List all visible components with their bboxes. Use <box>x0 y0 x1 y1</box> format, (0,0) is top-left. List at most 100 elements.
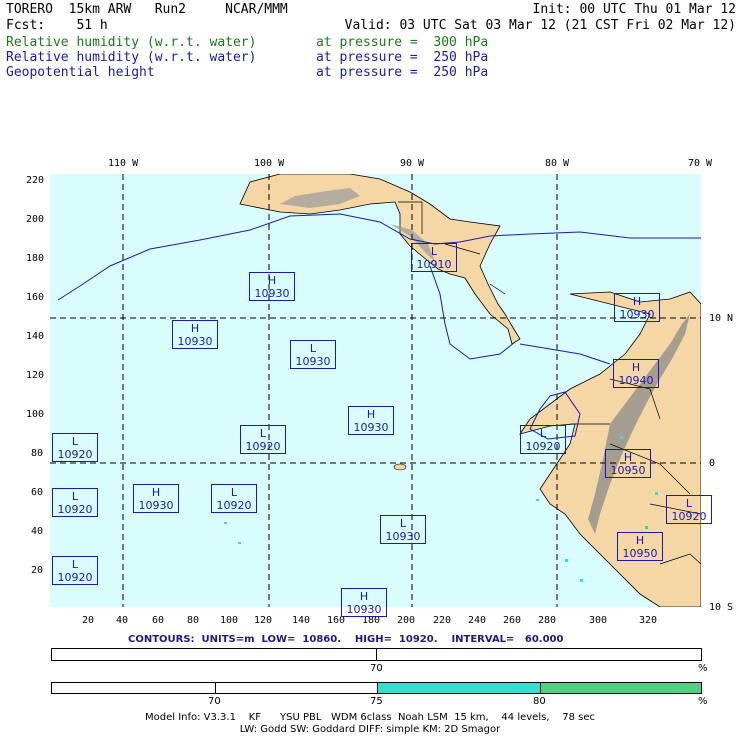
pressure-center-high: H 10930 <box>341 588 387 617</box>
lat-label-0: 0 <box>709 458 716 469</box>
pressure-center-high: H 10950 <box>617 532 663 561</box>
model-info-line2: LW: Godd SW: Goddard DIFF: simple KM: 2D… <box>239 724 501 735</box>
legend-tick <box>540 683 541 693</box>
x-tick-260: 260 <box>503 615 522 626</box>
pressure-center-type: L <box>430 245 438 258</box>
field-2-pressure: at pressure = 250 hPa <box>316 50 489 65</box>
pressure-center-value: 10920 <box>216 499 252 512</box>
y-tick-220: 220 <box>26 175 45 186</box>
x-tick-320: 320 <box>639 615 658 626</box>
x-tick-100: 100 <box>220 615 239 626</box>
pressure-center-value: 10920 <box>245 440 281 453</box>
field-3-pressure: at pressure = 250 hPa <box>316 65 489 80</box>
y-tick-100: 100 <box>26 409 45 420</box>
humidity-speck <box>655 492 658 495</box>
pressure-center-high: H 10930 <box>172 320 218 349</box>
lon-label-90w: 90 W <box>400 158 425 169</box>
init-time: Init: 00 UTC Thu 01 Mar 12 <box>532 2 737 17</box>
lon-label-80w: 80 W <box>545 158 570 169</box>
pressure-center-high: H 10930 <box>133 484 179 513</box>
pressure-center-low: L 10920 <box>666 495 712 524</box>
field-3-name: Geopotential height <box>6 65 155 80</box>
x-tick-280: 280 <box>538 615 557 626</box>
pressure-center-type: H <box>366 408 376 421</box>
pressure-center-value: 10920 <box>57 448 93 461</box>
humidity-speck <box>565 559 568 562</box>
contours-info: CONTOURS: UNITS=m LOW= 10860. HIGH= 1092… <box>128 634 564 645</box>
galapagos-islands <box>393 463 407 471</box>
x-tick-20: 20 <box>82 615 95 626</box>
pressure-center-value: 10920 <box>57 571 93 584</box>
legend2-label-70: 70 <box>208 696 221 707</box>
x-tick-220: 220 <box>433 615 452 626</box>
model-info-line1: Model Info: V3.3.1 KF YSU PBL WDM 6class… <box>145 712 595 723</box>
pressure-center-type: H <box>190 322 200 335</box>
pressure-center-high: H 10930 <box>614 293 660 322</box>
pressure-center-value: 10930 <box>295 355 331 368</box>
pressure-center-type: L <box>71 558 79 571</box>
legend2-label-percent: % <box>698 696 708 707</box>
pressure-center-high: H 10930 <box>348 406 394 435</box>
field-2-name: Relative humidity (w.r.t. water) <box>6 50 257 65</box>
pressure-center-value: 10950 <box>610 464 646 477</box>
legend2-label-75: 75 <box>370 696 383 707</box>
pressure-center-low: L 10920 <box>211 484 257 513</box>
pressure-center-low: L 10920 <box>52 556 98 585</box>
pressure-center-low: L 10920 <box>52 433 98 462</box>
pressure-center-low: L 10920 <box>520 425 566 454</box>
lat-label-10n: 10 N <box>709 313 734 324</box>
y-tick-200: 200 <box>26 214 45 225</box>
x-tick-40: 40 <box>116 615 129 626</box>
humidity-speck <box>238 542 241 544</box>
pressure-center-type: L <box>230 486 238 499</box>
pressure-center-low: L 10930 <box>380 515 426 544</box>
pressure-center-value: 10930 <box>254 287 290 300</box>
model-title: TORERO 15km ARW Run2 NCAR/MMM <box>6 2 288 17</box>
pressure-center-type: L <box>685 497 693 510</box>
pressure-center-low: L 10930 <box>290 340 336 369</box>
humidity-speck <box>224 522 227 524</box>
legend2-segment-75-80 <box>377 683 540 693</box>
pressure-center-value: 10920 <box>57 503 93 516</box>
x-tick-240: 240 <box>468 615 487 626</box>
pressure-center-type: H <box>267 274 277 287</box>
lon-label-110w: 110 W <box>108 158 139 169</box>
y-tick-80: 80 <box>31 448 44 459</box>
valid-time: Valid: 03 UTC Sat 03 Mar 12 (21 CST Fri … <box>344 18 736 33</box>
y-tick-60: 60 <box>31 487 44 498</box>
pressure-center-type: H <box>632 295 642 308</box>
pressure-center-value: 10920 <box>525 440 561 453</box>
pressure-center-type: L <box>71 435 79 448</box>
pressure-center-type: L <box>71 490 79 503</box>
legend-tick <box>215 683 216 693</box>
legend1-label-70: 70 <box>370 663 383 674</box>
y-tick-140: 140 <box>26 331 45 342</box>
legend1-label-percent: % <box>698 663 708 674</box>
pressure-center-type: H <box>359 590 369 603</box>
pressure-center-high: H 10930 <box>249 272 295 301</box>
x-tick-120: 120 <box>254 615 273 626</box>
pressure-center-value: 10950 <box>622 547 658 560</box>
y-tick-20: 20 <box>31 565 44 576</box>
humidity-speck <box>536 499 539 501</box>
humidity-speck <box>580 579 583 582</box>
y-tick-180: 180 <box>26 253 45 264</box>
pressure-center-value: 10930 <box>619 308 655 321</box>
x-tick-300: 300 <box>589 615 608 626</box>
lon-label-100w: 100 W <box>254 158 285 169</box>
pressure-center-type: H <box>151 486 161 499</box>
pressure-center-type: H <box>623 451 633 464</box>
x-tick-140: 140 <box>292 615 311 626</box>
x-tick-80: 80 <box>187 615 200 626</box>
legend-tick <box>376 648 377 661</box>
pressure-center-type: L <box>399 517 407 530</box>
humidity-speck <box>620 436 623 439</box>
pressure-center-value: 10930 <box>353 421 389 434</box>
field-1-pressure: at pressure = 300 hPa <box>316 35 489 50</box>
weather-map <box>50 174 701 607</box>
pressure-center-high: H 10940 <box>613 359 659 388</box>
lon-label-70w: 70 W <box>688 158 713 169</box>
pressure-center-type: L <box>539 427 547 440</box>
humidity-speck <box>645 526 648 529</box>
pressure-center-low: L 10920 <box>240 425 286 454</box>
